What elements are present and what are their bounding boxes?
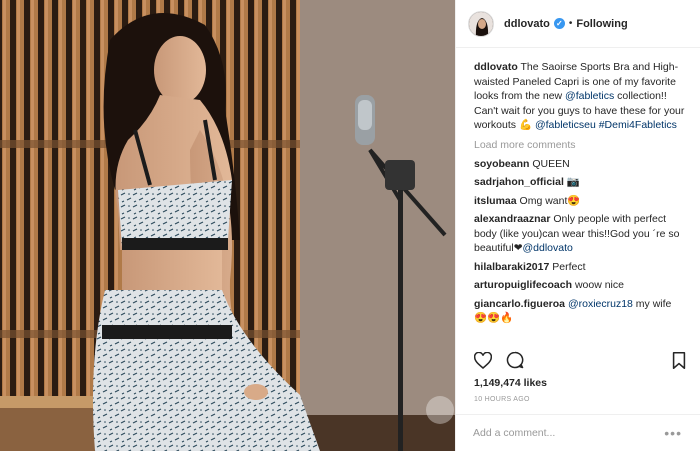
post-caption: ddlovato The Saoirse Sports Bra and High… [474,60,688,133]
comment-text: Perfect [552,260,586,273]
comment-username[interactable]: sadrjahon_official [474,176,564,188]
caption-username[interactable]: ddlovato [474,61,518,73]
caption-mention-fableticseu[interactable]: @fableticseu [535,119,596,131]
comments-list: ddlovato The Saoirse Sports Bra and High… [456,48,700,340]
following-button[interactable]: Following [576,18,627,30]
comment-username[interactable]: itslumaa [474,195,517,207]
comment-emoji: 😍😍🔥 [474,312,514,324]
caption-hashtag[interactable]: #Demi4Fabletics [599,119,677,131]
caption-mention-fabletics[interactable]: @fabletics [565,90,614,102]
likes-count[interactable]: 1,149,474 likes [474,377,547,389]
comment-text: Omg want😍 [519,194,581,207]
comment-username[interactable]: hilalbaraki2017 [474,261,549,273]
comment-mention[interactable]: @ddlovato [523,242,573,254]
comment-text: 📷 [566,176,580,188]
header-username[interactable]: ddlovato [504,18,550,30]
bookmark-icon[interactable] [670,351,688,369]
separator-dot: • [568,18,573,29]
comment-username[interactable]: alexandraaznar [474,213,550,225]
comment: alexandraaznar Only people with perfect … [474,212,688,256]
comment-username[interactable]: arturopuiglifecoach [474,279,572,291]
caption-emoji: 💪 [518,119,533,131]
comment-username[interactable]: giancarlo.figueroa [474,298,565,310]
comment-text: my wife [632,297,672,310]
comment: itslumaa Omg want😍 [474,194,688,209]
comment-username[interactable]: soyobeann [474,158,529,170]
comment: hilalbaraki2017 Perfect [474,260,688,275]
comment-text: woow nice [574,279,624,291]
comment-icon[interactable] [506,351,524,369]
post-actions [474,349,688,371]
avatar[interactable] [468,10,494,37]
comment: sadrjahon_official 📷 [474,175,688,190]
post-side-panel: ddlovato ✓ • Following ddlovato The Saoi… [455,0,700,451]
more-options-icon[interactable]: ••• [664,425,682,441]
post-header: ddlovato ✓ • Following [456,0,700,48]
photo-image [0,0,455,451]
comment: giancarlo.figueroa @roxiecruz18 my wife … [474,297,688,326]
comment: arturopuiglifecoach woow nice [474,278,688,293]
comment: soyobeann QUEEN [474,157,688,172]
comment-text: QUEEN [532,157,570,170]
post-timestamp: 10 HOURS AGO [474,396,530,403]
add-comment-bar: ••• [455,414,700,451]
load-more-comments[interactable]: Load more comments [474,139,688,151]
post-photo[interactable] [0,0,455,451]
add-comment-input[interactable] [473,427,665,439]
comment-mention[interactable]: @roxiecruz18 [568,298,633,310]
verified-icon: ✓ [553,18,565,29]
heart-icon[interactable] [474,351,492,369]
